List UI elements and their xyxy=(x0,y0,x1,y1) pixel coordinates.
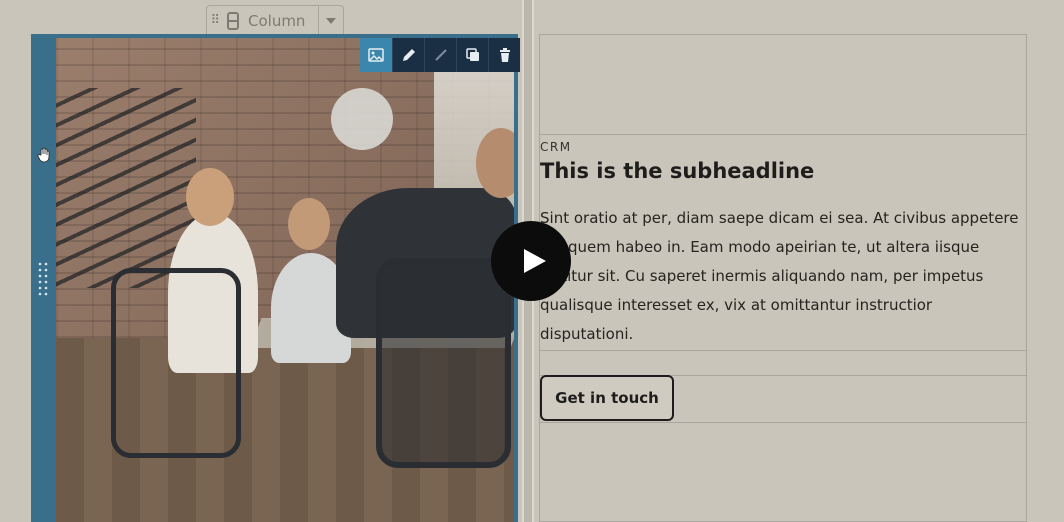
drag-handle-icon[interactable]: ⠿ xyxy=(207,13,224,28)
play-icon xyxy=(523,249,546,273)
column-resize-handle[interactable] xyxy=(38,262,48,298)
chevron-down-icon[interactable] xyxy=(318,6,343,35)
brush-icon[interactable] xyxy=(424,38,456,72)
image-toolbar xyxy=(360,38,520,72)
column-tab-label: Column xyxy=(248,11,306,30)
photo-person-woman-head xyxy=(186,168,234,226)
row-separator xyxy=(539,422,1027,423)
photo-chair-right xyxy=(376,258,511,468)
pencil-icon[interactable] xyxy=(392,38,424,72)
trash-icon[interactable] xyxy=(488,38,520,72)
play-button[interactable] xyxy=(491,221,571,301)
row-separator xyxy=(539,350,1027,351)
photo-person-man-head xyxy=(288,198,330,250)
column-icon xyxy=(224,11,242,30)
duplicate-icon[interactable] xyxy=(456,38,488,72)
column-tab[interactable]: ⠿ Column xyxy=(206,5,344,35)
eyebrow-label: CRM xyxy=(540,140,572,154)
subheadline: This is the subheadline xyxy=(540,159,815,183)
hand-cursor-icon xyxy=(36,146,54,164)
photo-chair-left xyxy=(111,268,241,458)
get-in-touch-button[interactable]: Get in touch xyxy=(540,375,674,421)
photo-wall-clock xyxy=(331,88,393,150)
meeting-photo[interactable] xyxy=(56,38,514,522)
row-separator xyxy=(539,134,1027,135)
image-icon[interactable] xyxy=(360,38,392,72)
body-paragraph: Sint oratio at per, diam saepe dicam ei … xyxy=(540,209,1019,343)
